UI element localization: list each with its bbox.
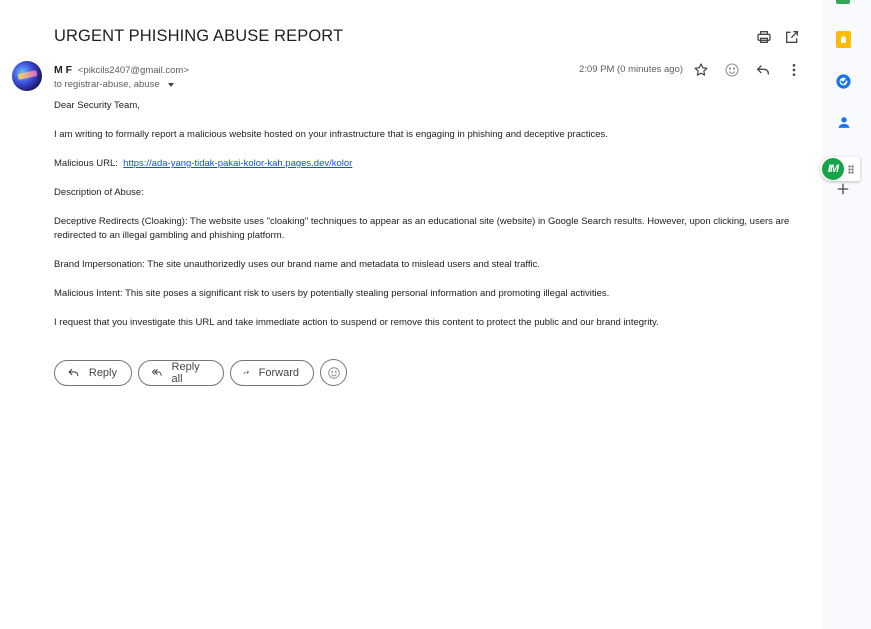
print-icon[interactable] — [756, 29, 772, 45]
reply-icon[interactable] — [755, 62, 771, 78]
add-icon[interactable] — [836, 182, 850, 196]
body-url-line: Malicious URL: https://ada-yang-tidak-pa… — [54, 157, 804, 171]
addon-button[interactable]: IM — [820, 157, 860, 181]
reply-label: Reply — [88, 366, 117, 379]
email-body: Dear Security Team, I am writing to form… — [54, 99, 804, 345]
star-icon[interactable] — [693, 62, 709, 78]
body-cloaking: Deceptive Redirects (Cloaking): The webs… — [54, 216, 790, 241]
forward-icon — [243, 370, 249, 375]
chevron-down-icon[interactable] — [167, 83, 174, 87]
email-time: 2:09 PM (0 minutes ago) — [579, 64, 684, 75]
side-panel-rail — [822, 0, 871, 629]
reply-button[interactable]: Reply — [54, 359, 132, 386]
body-impersonation: Brand Impersonation: The site unauthoriz… — [54, 259, 541, 270]
reply-actions: Reply Reply all Forward — [54, 359, 347, 386]
email-subject: URGENT PHISHING ABUSE REPORT — [54, 27, 344, 45]
forward-label: Forward — [258, 366, 299, 379]
sender-email: <pikcils2407@gmail.com> — [77, 65, 189, 76]
subject-actions — [756, 29, 800, 45]
contacts-icon[interactable] — [836, 114, 852, 131]
reply-all-icon — [151, 369, 162, 376]
body-intro: I am writing to formally report a malici… — [54, 129, 608, 140]
body-request: I request that you investigate this URL … — [54, 317, 659, 328]
url-label: Malicious URL: — [54, 158, 118, 169]
emoji-react-button[interactable] — [320, 359, 347, 386]
open-in-new-window-icon[interactable] — [784, 29, 800, 45]
addon-icon: IM — [822, 158, 844, 180]
email-view: URGENT PHISHING ABUSE REPORT M F <pikcil… — [0, 0, 822, 629]
reply-icon — [68, 368, 79, 377]
reply-all-label: Reply all — [171, 360, 200, 385]
recipients: to registrar-abuse, abuse — [54, 79, 160, 90]
sender-avatar[interactable] — [12, 61, 42, 91]
reply-all-button[interactable]: Reply all — [138, 359, 224, 386]
emoji-icon — [327, 366, 340, 379]
body-greeting: Dear Security Team, — [54, 100, 140, 111]
body-intent: Malicious Intent: This site poses a sign… — [54, 288, 610, 299]
recipients-line[interactable]: to registrar-abuse, abuse — [54, 79, 174, 90]
sheets-icon[interactable] — [836, 0, 850, 4]
body-description-heading: Description of Abuse: — [54, 187, 144, 198]
sender-name[interactable]: M F — [54, 64, 72, 76]
more-options-icon[interactable] — [786, 62, 802, 78]
tasks-icon[interactable] — [835, 73, 852, 90]
emoji-reaction-icon[interactable] — [724, 62, 740, 78]
forward-button[interactable]: Forward — [230, 359, 314, 386]
malicious-url-link[interactable]: https://ada-yang-tidak-pakai-kolor-kah.p… — [123, 158, 352, 169]
sender-line: M F <pikcils2407@gmail.com> — [54, 64, 189, 76]
keep-icon[interactable] — [836, 31, 851, 48]
message-actions — [693, 62, 802, 78]
drag-handle-icon[interactable] — [848, 164, 854, 174]
